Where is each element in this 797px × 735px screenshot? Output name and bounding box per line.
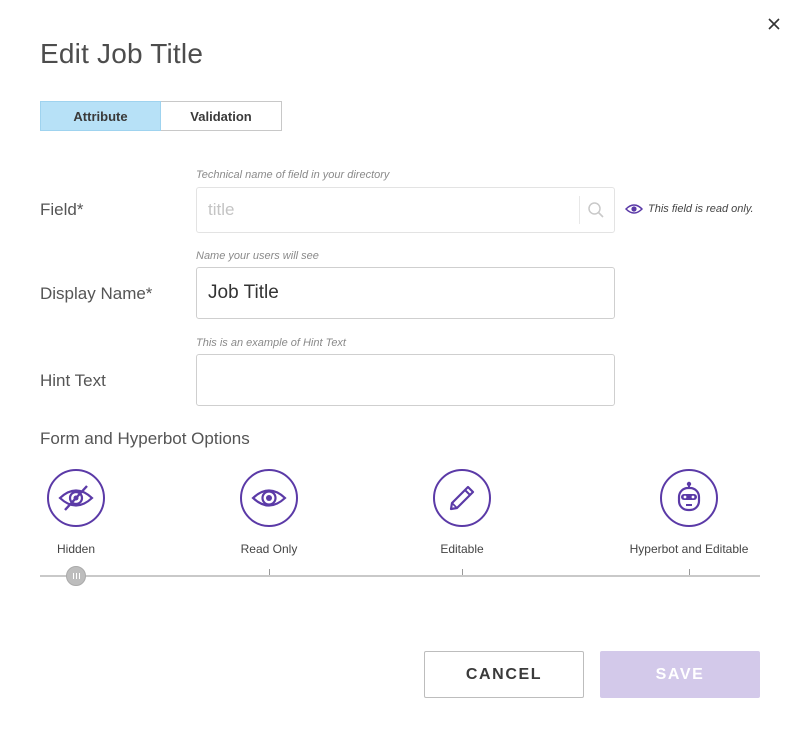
close-icon[interactable]: [768, 18, 780, 30]
hint-text-input[interactable]: [196, 354, 615, 406]
hint-text-helper-text: This is an example of Hint Text: [196, 337, 346, 349]
option-read-only-circle[interactable]: [240, 469, 298, 527]
field-label: Field*: [40, 200, 84, 219]
field-input-placeholder: title: [208, 200, 235, 219]
close-button[interactable]: [764, 14, 784, 34]
eye-slash-icon: [58, 485, 94, 511]
option-hidden[interactable]: Hidden: [16, 469, 136, 556]
option-hyperbot-editable[interactable]: Hyperbot and Editable: [629, 469, 749, 556]
tab-attribute[interactable]: Attribute: [40, 101, 161, 131]
slider-tick-hyperbot: [689, 569, 690, 575]
slider-tick-editable: [462, 569, 463, 575]
tab-bar: Attribute Validation: [40, 101, 282, 131]
display-name-input[interactable]: Job Title: [196, 267, 615, 319]
read-only-note-text: This field is read only.: [648, 203, 754, 215]
pencil-icon: [449, 485, 475, 511]
tab-validation[interactable]: Validation: [161, 101, 282, 131]
options-slider-handle[interactable]: [66, 566, 86, 586]
option-editable-label: Editable: [440, 542, 484, 556]
edit-job-title-dialog: Edit Job Title Attribute Validation Tech…: [0, 0, 797, 735]
option-hyperbot-editable-circle[interactable]: [660, 469, 718, 527]
robot-icon: [677, 481, 701, 512]
field-input[interactable]: title: [196, 187, 615, 233]
display-name-helper-text: Name your users will see: [196, 250, 319, 262]
display-name-label: Display Name*: [40, 284, 153, 303]
save-button[interactable]: SAVE: [600, 651, 760, 698]
hint-text-label: Hint Text: [40, 371, 106, 390]
option-hidden-circle[interactable]: [47, 469, 105, 527]
option-read-only-label: Read Only: [240, 542, 298, 556]
options-slider-track[interactable]: [40, 575, 760, 577]
field-helper-text: Technical name of field in your director…: [196, 169, 390, 181]
search-icon[interactable]: [586, 200, 606, 220]
option-hyperbot-editable-label: Hyperbot and Editable: [629, 542, 749, 556]
dialog-title: Edit Job Title: [40, 38, 204, 69]
option-editable-circle[interactable]: [433, 469, 491, 527]
display-name-value: Job Title: [208, 282, 279, 303]
cancel-button[interactable]: CANCEL: [424, 651, 584, 698]
eye-icon: [251, 489, 287, 507]
read-only-note: This field is read only.: [625, 203, 754, 215]
options-section-title: Form and Hyperbot Options: [40, 429, 250, 448]
option-hidden-label: Hidden: [56, 542, 96, 556]
slider-tick-read-only: [269, 569, 270, 575]
search-divider: [579, 196, 580, 224]
option-editable[interactable]: Editable: [402, 469, 522, 556]
eye-icon: [625, 204, 643, 214]
option-read-only[interactable]: Read Only: [209, 469, 329, 556]
